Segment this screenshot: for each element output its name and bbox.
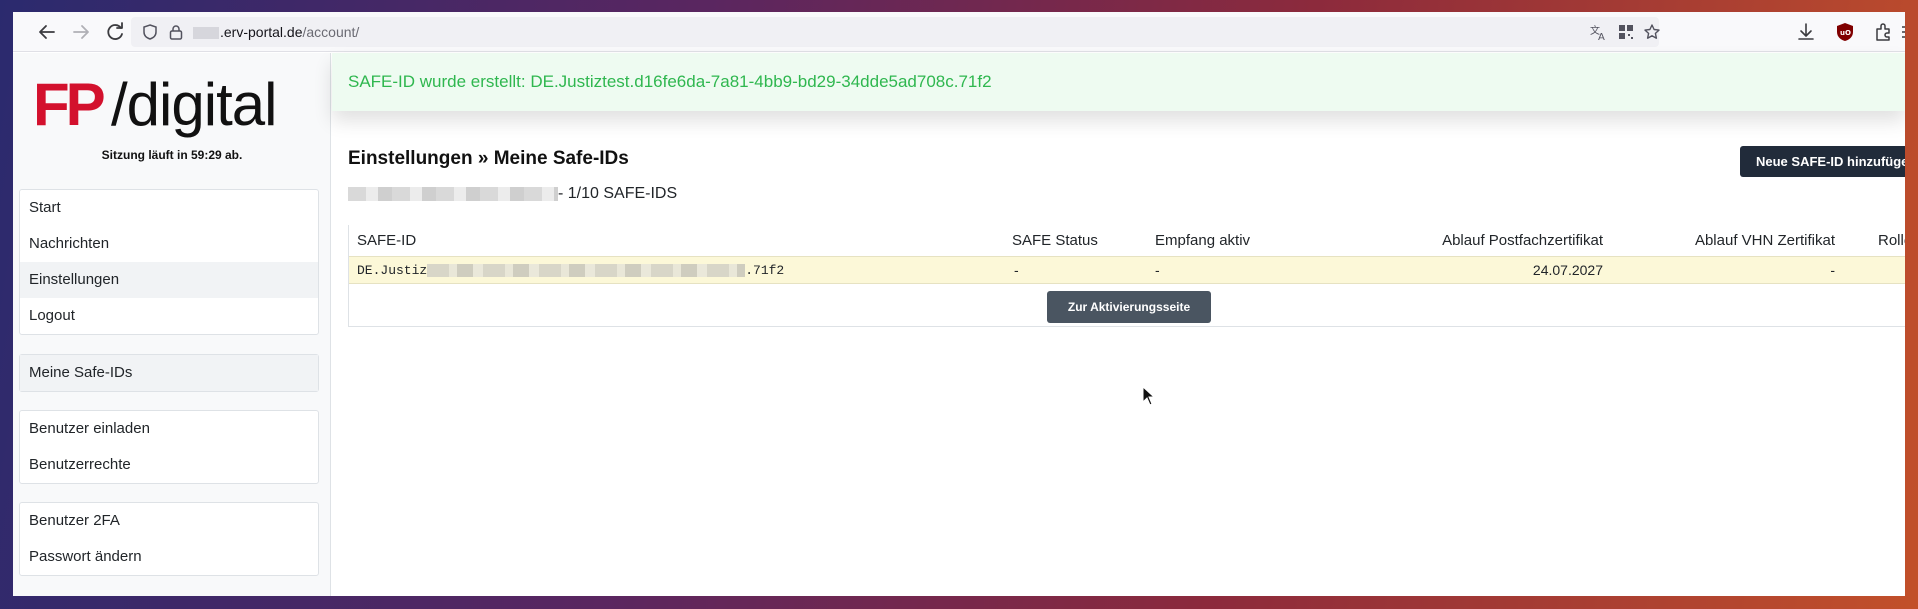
menu-icon[interactable] (1899, 21, 1905, 43)
cell-safe-status: - (1014, 262, 1019, 278)
column-header-empfang-aktiv: Empfang aktiv (1155, 232, 1251, 249)
safe-id-nav: Meine Safe-IDs (19, 354, 319, 392)
column-header-ablauf-vhn: Ablauf VHN Zertifikat (1694, 232, 1835, 249)
nav-benutzer-einladen[interactable]: Benutzer einladen (20, 411, 318, 447)
logo-fp: FP (33, 71, 106, 138)
security-nav: Benutzer 2FA Passwort ändern (19, 502, 319, 576)
extensions-icon[interactable] (1872, 21, 1894, 43)
svg-text:A: A (1598, 32, 1605, 41)
nav-einstellungen[interactable]: Einstellungen (20, 262, 318, 298)
lock-icon[interactable] (167, 23, 185, 41)
success-alert: SAFE-ID wurde erstellt: DE.Justiztest.d1… (332, 53, 1905, 111)
cell-ablauf-vhn: - (1830, 262, 1835, 278)
cell-safe-id: DE.Justiz .71f2 (357, 257, 784, 284)
translate-icon[interactable]: 文A (1590, 23, 1608, 43)
redacted-safe-id (427, 264, 746, 278)
url-host: .erv-portal.de (220, 24, 303, 40)
redacted-account-name (348, 186, 558, 201)
cell-ablauf-postfach: 24.07.2027 (1532, 262, 1603, 278)
add-safe-id-button[interactable]: Neue SAFE-ID hinzufügen (1740, 146, 1905, 177)
bookmark-star-icon[interactable] (1643, 23, 1661, 41)
safe-id-count-text: - 1/10 SAFE-IDS (558, 185, 678, 202)
table-row[interactable]: DE.Justiz .71f2 - - 24.07.2027 - (349, 256, 1905, 284)
redacted-subdomain (193, 27, 219, 40)
nav-benutzerrechte[interactable]: Benutzerrechte (20, 447, 318, 483)
shield-icon[interactable] (141, 23, 159, 41)
activation-page-button[interactable]: Zur Aktivierungsseite (1047, 291, 1211, 323)
nav-start[interactable]: Start (20, 190, 318, 226)
logo-digital: /digital (111, 71, 277, 138)
back-arrow-icon[interactable] (35, 20, 59, 44)
main-nav: Start Nachrichten Einstellungen Logout (19, 189, 319, 335)
nav-logout[interactable]: Logout (20, 298, 318, 334)
safe-id-count: - 1/10 SAFE-IDS (348, 184, 677, 204)
browser-toolbar: .erv-portal.de/account/ 文A uO (13, 12, 1905, 52)
column-header-ablauf-postfach: Ablauf Postfachzertifikat (1442, 232, 1603, 249)
nav-benutzer-2fa[interactable]: Benutzer 2FA (20, 503, 318, 539)
safe-id-end: .71f2 (745, 263, 785, 278)
main-content: SAFE-ID wurde erstellt: DE.Justiztest.d1… (332, 53, 1905, 596)
reload-icon[interactable] (103, 20, 127, 44)
sidebar: FP /digital Sitzung läuft in 59:29 ab. S… (13, 53, 331, 596)
nav-meine-safe-ids[interactable]: Meine Safe-IDs (20, 355, 318, 391)
page-title: Einstellungen » Meine Safe-IDs (348, 148, 629, 169)
session-timer: Sitzung läuft in 59:29 ab. (101, 148, 243, 162)
user-nav: Benutzer einladen Benutzerrechte (19, 410, 319, 484)
url-bar[interactable]: .erv-portal.de/account/ 文A (131, 17, 1661, 47)
qr-code-icon[interactable] (1617, 23, 1635, 41)
column-header-safe-id: SAFE-ID (357, 232, 417, 249)
nav-nachrichten[interactable]: Nachrichten (20, 226, 318, 262)
column-header-rollen: Rollen (1878, 232, 1905, 249)
download-icon[interactable] (1795, 21, 1817, 43)
svg-text:uO: uO (1840, 29, 1851, 37)
browser-window: .erv-portal.de/account/ 文A uO FP /digita… (13, 12, 1905, 596)
forward-arrow-icon[interactable] (69, 20, 93, 44)
cell-empfang-aktiv: - (1155, 262, 1160, 278)
nav-passwort-aendern[interactable]: Passwort ändern (20, 539, 318, 575)
mouse-cursor-icon (1142, 385, 1156, 406)
safe-id-start: DE.Justiz (357, 263, 428, 278)
ublock-icon[interactable]: uO (1834, 21, 1856, 43)
safe-id-table: SAFE-ID SAFE Status Empfang aktiv Ablauf… (348, 225, 1905, 327)
url-text[interactable]: .erv-portal.de/account/ (193, 17, 359, 47)
column-header-safe-status: SAFE Status (1012, 232, 1098, 249)
url-path: /account/ (302, 24, 360, 40)
